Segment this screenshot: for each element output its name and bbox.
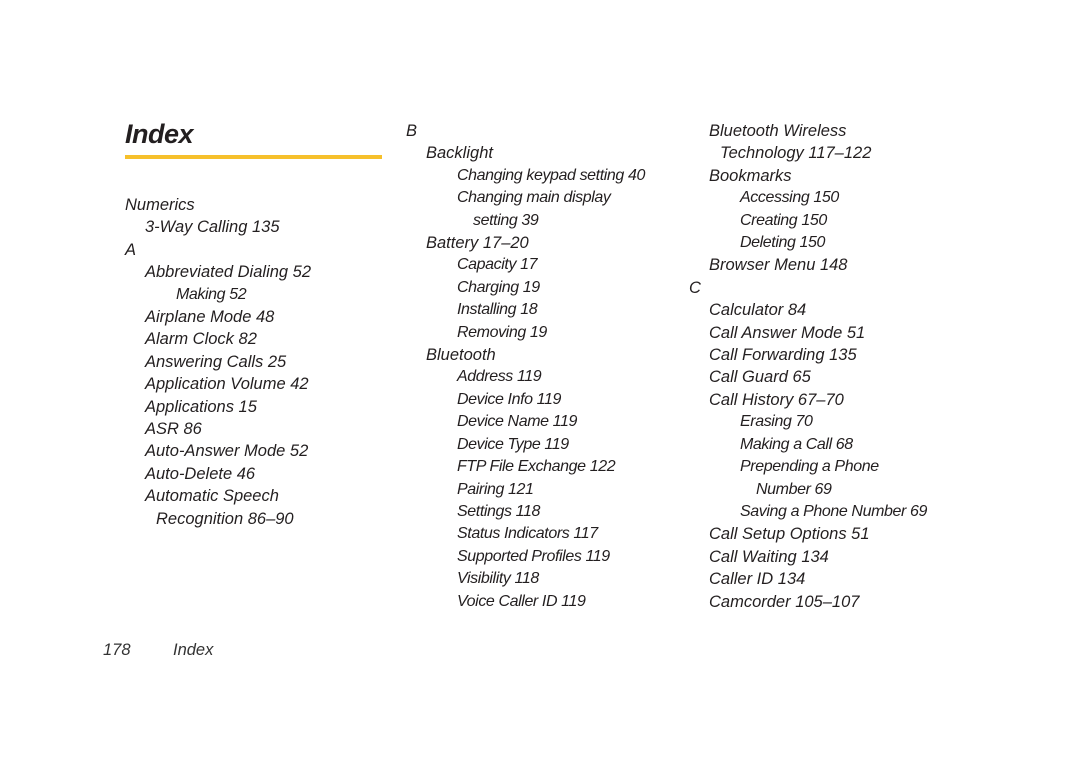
index-subentry: Voice Caller ID 119: [457, 592, 586, 610]
index-subentry: Making a Call 68: [740, 435, 853, 453]
index-section-letter: C: [689, 278, 701, 297]
index-entry: Call History 67–70: [709, 390, 844, 409]
index-subentry: Creating 150: [740, 211, 827, 229]
page-number: 178: [103, 641, 131, 659]
index-entry: Answering Calls 25: [145, 352, 287, 371]
index-section-letter: Numerics: [125, 196, 195, 214]
page-title: Index: [125, 119, 194, 149]
index-entry: Auto-Answer Mode 52: [145, 442, 309, 461]
index-subentry: Saving a Phone Number 69: [740, 502, 927, 520]
index-entry: Bluetooth: [426, 346, 496, 365]
index-entry: ASR 86: [145, 420, 202, 439]
index-entry: 3-Way Calling 135: [145, 218, 280, 237]
index-entry: Call Forwarding 135: [709, 346, 857, 365]
index-entry: Airplane Mode 48: [145, 308, 275, 327]
index-subentry: Prepending a Phone: [740, 458, 879, 476]
index-entry: Backlight: [426, 144, 493, 163]
title-underline-rule: [125, 155, 382, 159]
index-entry: Technology 117–122: [720, 144, 872, 163]
index-column-3: Bluetooth Wireless Technology 117–122 Book…: [689, 120, 927, 613]
index-entry: Applications 15: [145, 397, 257, 416]
footer-section-title: Index: [173, 641, 214, 659]
index-subentry: Device Name 119: [457, 413, 577, 431]
index-entry: Application Volume 42: [145, 375, 309, 394]
index-subentry: Status Indicators 117: [457, 525, 598, 543]
index-entry: Call Guard 65: [709, 368, 811, 387]
index-subentry: Accessing 150: [740, 189, 839, 207]
index-subentry: Changing main display: [457, 189, 611, 207]
index-subentry: Device Info 119: [457, 390, 561, 408]
index-entry: Battery 17–20: [426, 234, 529, 253]
index-subentry: Removing 19: [457, 323, 547, 341]
index-subentry: Pairing 121: [457, 480, 534, 498]
index-entry: Alarm Clock 82: [145, 330, 257, 349]
index-section-letter: B: [406, 122, 418, 140]
index-entry: Camcorder 105–107: [709, 592, 860, 611]
index-entry: Calculator 84: [709, 301, 807, 320]
index-subentry: Erasing 70: [740, 413, 813, 431]
index-entry: Browser Menu 148: [709, 256, 848, 275]
index-subentry: Address 119: [457, 368, 542, 386]
index-subentry: Charging 19: [457, 278, 540, 296]
index-section-letter: A: [125, 240, 137, 259]
index-entry: Auto-Delete 46: [145, 464, 256, 483]
index-entry: Bookmarks: [709, 166, 792, 185]
page-footer: 178 Index: [103, 641, 213, 660]
index-entry: Call Setup Options 51: [709, 525, 870, 544]
index-subentry: Installing 18: [457, 301, 538, 319]
index-subentry: Deleting 150: [740, 234, 826, 252]
index-subentry: Number 69: [756, 480, 832, 498]
index-entry: Call Waiting 134: [709, 547, 829, 566]
index-subentry: Visibility 118: [457, 570, 539, 588]
index-entry: Abbreviated Dialing 52: [145, 263, 312, 282]
index-column-2: B Backlight Changing keypad setting 40 Chan…: [406, 120, 645, 613]
index-entry: Automatic Speech: [145, 487, 279, 506]
index-subentry: Supported Profiles 119: [457, 547, 610, 565]
index-subentry: Capacity 17: [457, 256, 538, 274]
index-subentry: FTP File Exchange 122: [457, 458, 616, 476]
index-column-1: Numerics 3-Way Calling 135 A Abbreviated Di…: [125, 194, 311, 530]
index-subentry: Changing keypad setting 40: [457, 166, 645, 184]
index-entry: Recognition 86–90: [156, 509, 294, 528]
index-entry: Caller ID 134: [709, 570, 806, 589]
index-subentry: Settings 118: [457, 502, 540, 520]
index-subentry: setting 39: [473, 211, 539, 229]
index-entry: Bluetooth Wireless: [709, 122, 847, 140]
index-entry: Call Answer Mode 51: [709, 323, 866, 342]
index-subentry: Making 52: [176, 285, 247, 303]
index-subentry: Device Type 119: [457, 435, 569, 453]
